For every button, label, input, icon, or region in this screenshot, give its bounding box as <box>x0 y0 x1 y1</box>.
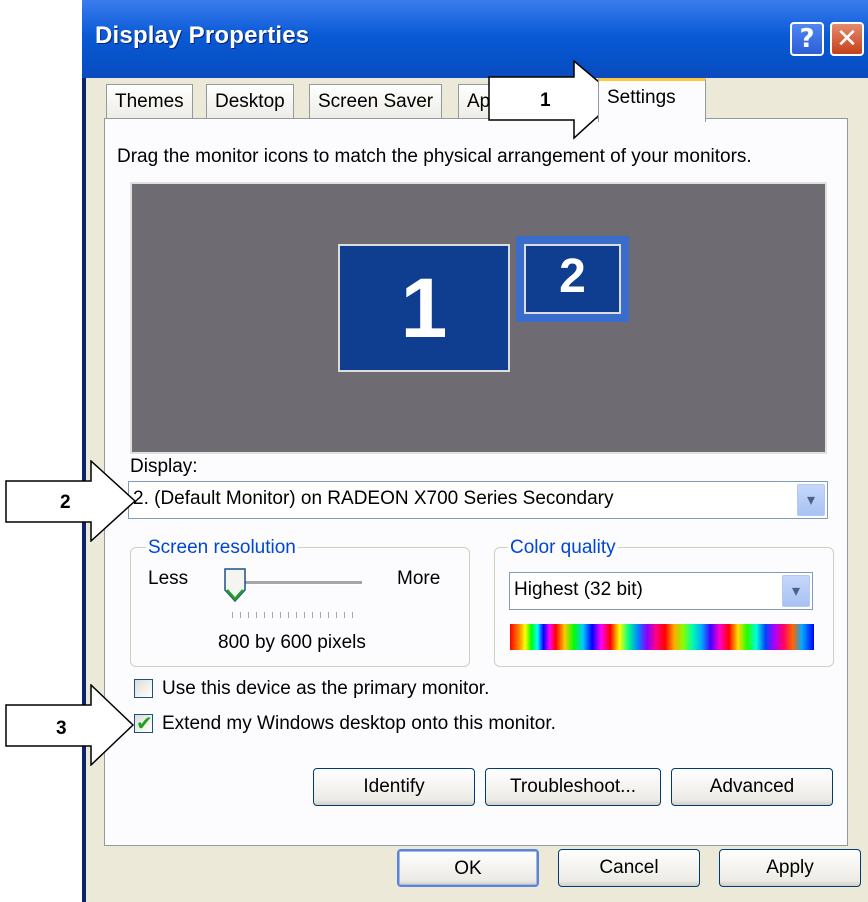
color-spectrum-preview <box>510 624 814 650</box>
monitor-1-icon[interactable]: 1 <box>338 244 510 372</box>
resolution-less-label: Less <box>148 568 189 589</box>
identify-button[interactable]: Identify <box>313 768 475 806</box>
tab-screen-saver[interactable]: Screen Saver <box>309 84 443 120</box>
resolution-slider-track[interactable] <box>232 581 362 585</box>
close-button[interactable]: ✕ <box>830 22 864 56</box>
display-select-value: 2. (Default Monitor) on RADEON X700 Seri… <box>133 488 614 509</box>
callout-arrow-3 <box>5 684 135 766</box>
apply-button[interactable]: Apply <box>719 849 861 887</box>
color-quality-title: Color quality <box>508 537 618 559</box>
primary-monitor-label[interactable]: Use this device as the primary monitor. <box>162 678 489 700</box>
callout-number-3: 3 <box>56 718 67 739</box>
callout-arrow-2 <box>5 460 137 542</box>
resolution-slider-thumb[interactable] <box>224 568 246 602</box>
resolution-slider-ticks <box>232 612 360 618</box>
resolution-value-text: 800 by 600 pixels <box>218 632 366 653</box>
extend-desktop-checkbox[interactable]: ✔ <box>134 711 153 735</box>
callout-number-2: 2 <box>60 492 71 513</box>
instruction-text: Drag the monitor icons to match the phys… <box>117 146 752 167</box>
monitor-2-selection-frame[interactable]: 2 <box>516 236 629 322</box>
color-quality-select[interactable]: Highest (32 bit) ▾ <box>509 572 813 610</box>
tab-themes[interactable]: Themes <box>106 84 193 120</box>
advanced-button[interactable]: Advanced <box>671 768 833 806</box>
monitor-2-icon[interactable]: 2 <box>524 244 621 314</box>
help-button[interactable]: ? <box>790 22 824 56</box>
screen-resolution-title: Screen resolution <box>146 537 298 559</box>
primary-monitor-checkbox[interactable] <box>134 679 153 698</box>
tab-desktop[interactable]: Desktop <box>206 84 294 120</box>
chevron-down-icon[interactable]: ▾ <box>797 484 825 516</box>
window-title: Display Properties <box>95 22 310 49</box>
tab-settings[interactable]: Settings <box>598 78 706 122</box>
resolution-more-label: More <box>397 568 441 589</box>
display-select[interactable]: 2. (Default Monitor) on RADEON X700 Seri… <box>128 481 828 519</box>
troubleshoot-button[interactable]: Troubleshoot... <box>485 768 661 806</box>
ok-button[interactable]: OK <box>397 849 539 887</box>
chevron-down-icon[interactable]: ▾ <box>782 575 810 607</box>
callout-number-1: 1 <box>540 90 551 111</box>
color-quality-value: Highest (32 bit) <box>514 579 643 600</box>
cancel-button[interactable]: Cancel <box>558 849 700 887</box>
extend-desktop-label[interactable]: Extend my Windows desktop onto this moni… <box>162 713 556 735</box>
display-label: Display: <box>130 456 198 477</box>
checkmark-icon: ✔ <box>136 711 153 735</box>
